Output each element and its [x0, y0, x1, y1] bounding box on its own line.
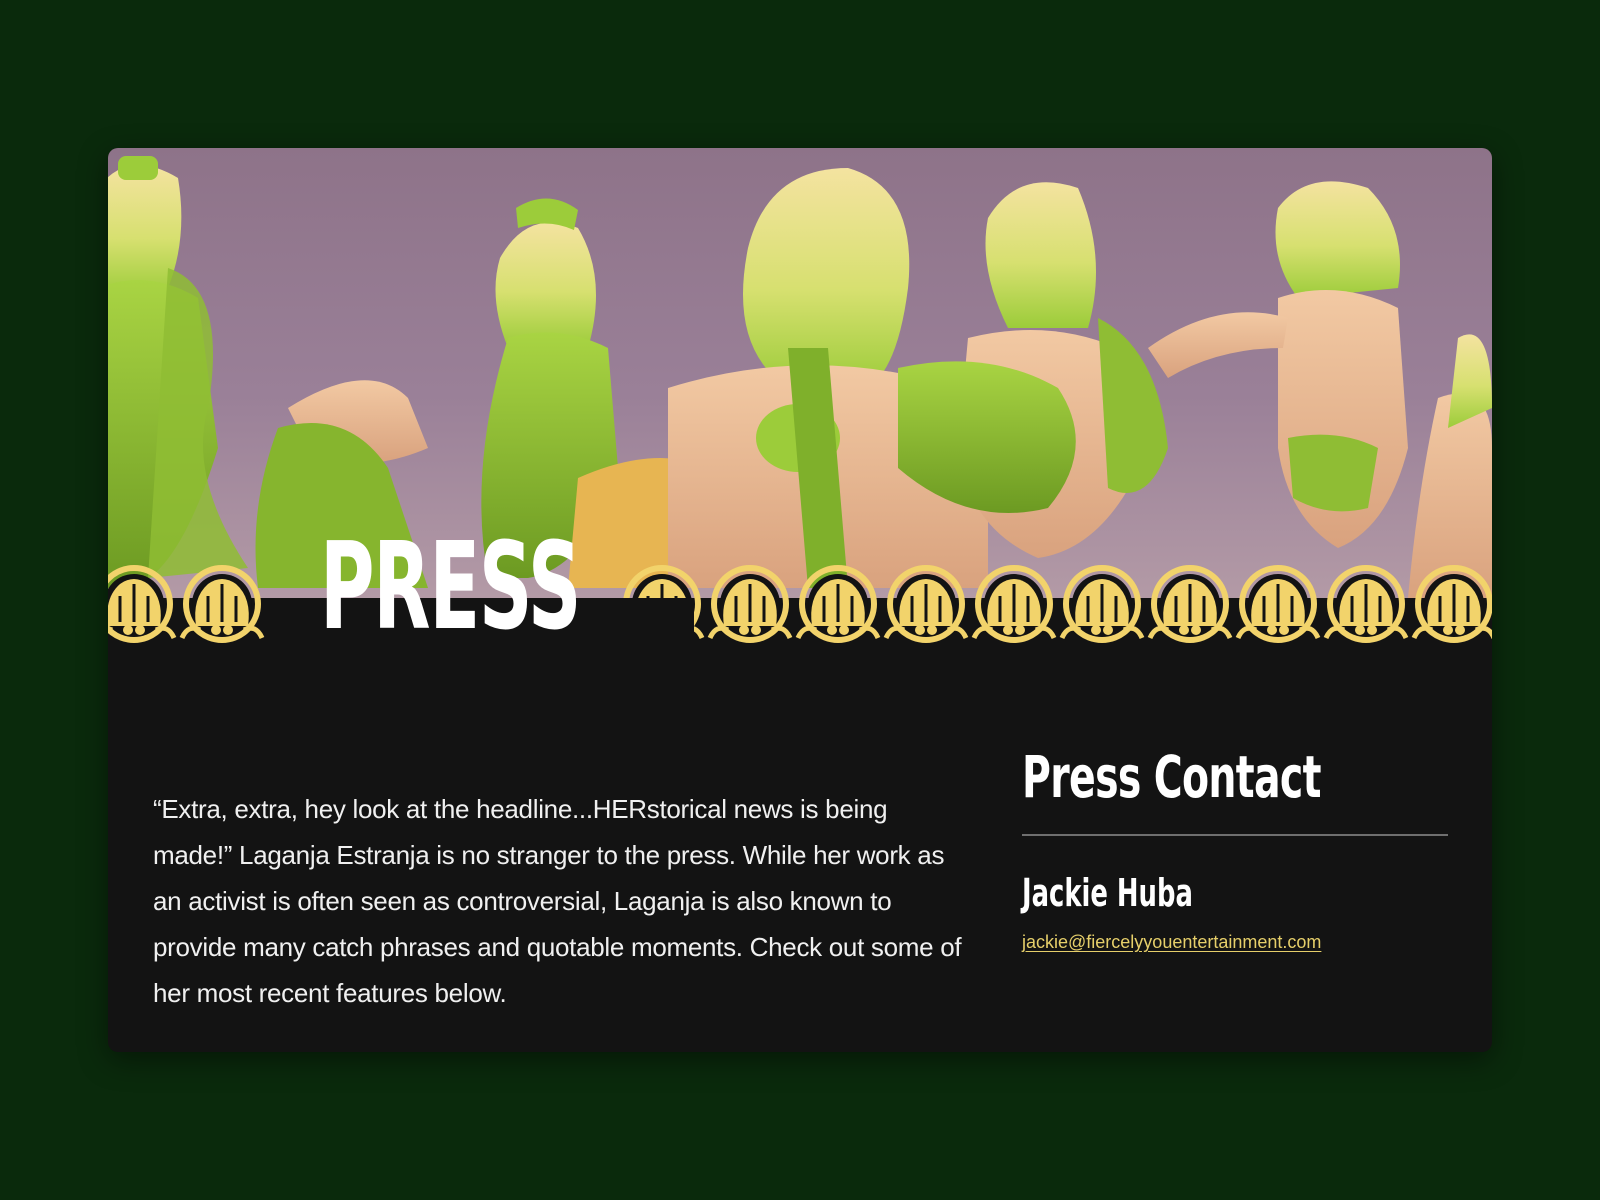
palmette-ornament-icon	[1238, 568, 1318, 640]
hero-figures-illustration	[108, 156, 1492, 598]
palmette-ornament-icon	[1326, 568, 1406, 640]
figure-1	[108, 156, 248, 588]
palmette-ornament-icon	[974, 568, 1054, 640]
palmette-ornament-icon	[1414, 568, 1492, 640]
palmette-ornament-border	[108, 562, 1492, 646]
hero-photo	[108, 148, 1492, 598]
page-title: PRESS	[320, 518, 582, 657]
palmette-ornament-icon	[182, 568, 262, 640]
palmette-ornament-icon	[798, 568, 878, 640]
palmette-ornament-icon	[1150, 568, 1230, 640]
press-contact-heading: Press Contact	[1022, 743, 1321, 811]
ornament-border	[108, 562, 1492, 646]
palmette-ornament-icon	[1062, 568, 1142, 640]
contact-divider	[1022, 834, 1448, 836]
palmette-ornament-icon	[710, 568, 790, 640]
contact-email-link[interactable]: jackie@fiercelyyouentertainment.com	[1022, 932, 1321, 953]
press-card: PRESS “Extra, extra, hey look at the hea…	[108, 148, 1492, 1052]
figure-5	[1148, 181, 1492, 598]
contact-name: Jackie Huba	[1022, 871, 1193, 915]
press-contact-section: Press Contact Jackie Huba jackie@fiercel…	[1022, 743, 1448, 952]
palmette-ornament-icon	[886, 568, 966, 640]
intro-paragraph: “Extra, extra, hey look at the headline.…	[153, 794, 962, 1008]
